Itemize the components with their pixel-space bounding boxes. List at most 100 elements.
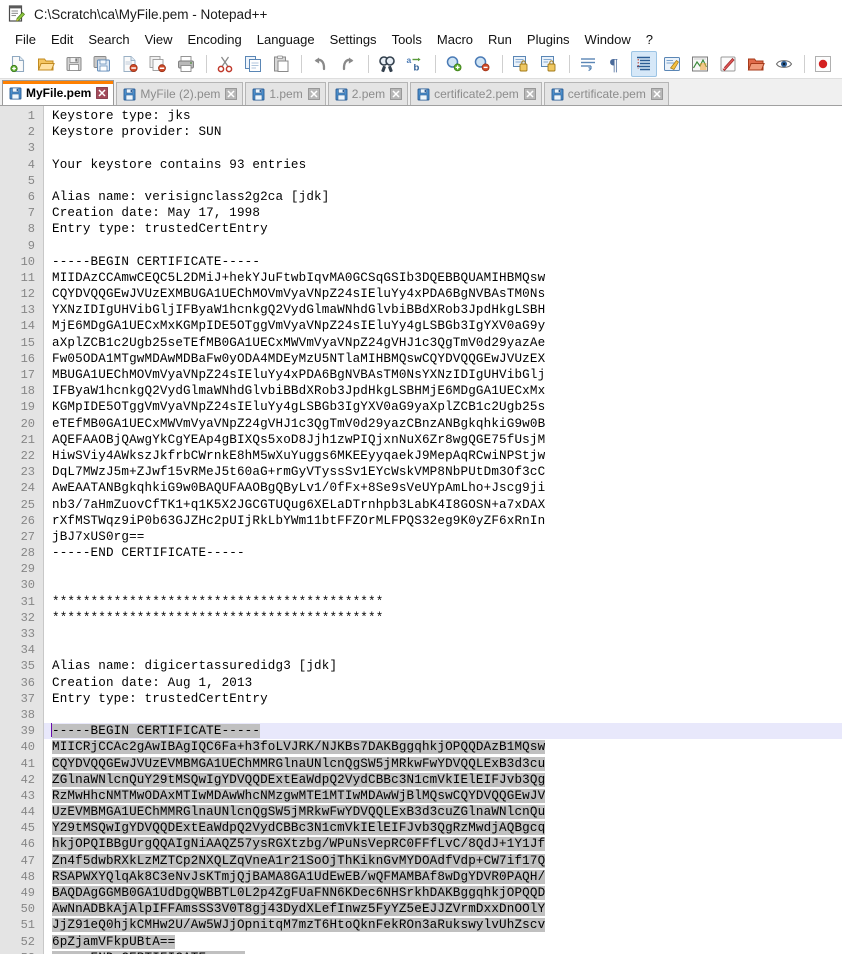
code-line[interactable]: Fw05ODA1MTgwMDAwMDBaFw0yODA4MDEyMzU5NTla… — [52, 351, 842, 367]
tab-certificate2-pem[interactable]: certificate2.pem — [410, 82, 542, 105]
undo-icon[interactable] — [307, 51, 333, 77]
redo-icon[interactable] — [335, 51, 361, 77]
sync-horizontal-scrolling-icon[interactable] — [536, 51, 562, 77]
code-line[interactable]: Entry type: trustedCertEntry — [52, 691, 842, 707]
code-line[interactable]: MBUGA1UEChMOVmVyaVNpZ24sIEluYy4xPDA6BgNV… — [52, 367, 842, 383]
code-line[interactable] — [52, 642, 842, 658]
code-line[interactable] — [52, 626, 842, 642]
function-list-icon[interactable] — [715, 51, 741, 77]
code-line[interactable]: ZGlnaWNlcnQuY29tMSQwIgYDVQQDExtEaWdpQ2Vy… — [52, 772, 842, 788]
code-line[interactable]: DqL7MWzJ5m+ZJwf15vRMeJ5t60aG+rmGyVTyssSv… — [52, 464, 842, 480]
copy-icon[interactable] — [240, 51, 266, 77]
menu-item-run[interactable]: Run — [481, 30, 520, 49]
code-line[interactable]: Entry type: trustedCertEntry — [52, 221, 842, 237]
tab-myfile-2-pem[interactable]: MyFile (2).pem — [116, 82, 243, 105]
sync-vertical-scrolling-icon[interactable] — [508, 51, 534, 77]
document-map-icon[interactable] — [687, 51, 713, 77]
code-line[interactable]: Y29tMSQwIgYDVQQDExtEaWdpQ2VydCBBc3N1cmVk… — [52, 820, 842, 836]
code-line[interactable]: CQYDVQQGEwJVUzEXMBUGA1UEChMOVmVyaVNpZ24s… — [52, 286, 842, 302]
code-line[interactable]: AwEAATANBgkqhkiG9w0BAQUFAAOBgQByLv1/0fFx… — [52, 480, 842, 496]
code-line[interactable]: IFByaW1hcnkgQ2VydGlmaWNhdGlvbiBBdXRob3Jp… — [52, 383, 842, 399]
code-line[interactable]: Alias name: digicertassuredidg3 [jdk] — [52, 658, 842, 674]
close-all-files-icon[interactable] — [145, 51, 171, 77]
code-line[interactable]: MjE6MDgGA1UECxMxKGMpIDE5OTggVmVyaVNpZ24s… — [52, 318, 842, 334]
save-all-icon[interactable] — [89, 51, 115, 77]
code-line[interactable] — [52, 707, 842, 723]
code-line[interactable]: Alias name: verisignclass2g2ca [jdk] — [52, 189, 842, 205]
code-line[interactable]: UzEVMBMGA1UEChMMRGlnaUNlcnQgSW5jMRkwFwYD… — [52, 804, 842, 820]
close-icon[interactable] — [524, 88, 536, 100]
close-icon[interactable] — [651, 88, 663, 100]
code-line[interactable]: AwNnADBkAjAlpIFFAmsSS3V0T8gj43DydXLefInw… — [52, 901, 842, 917]
code-line[interactable]: Keystore provider: SUN — [52, 124, 842, 140]
menu-item-window[interactable]: Window — [578, 30, 639, 49]
menu-item-file[interactable]: File — [8, 30, 44, 49]
print-icon[interactable] — [173, 51, 199, 77]
code-line[interactable]: -----BEGIN CERTIFICATE----- — [52, 254, 842, 270]
code-line[interactable] — [52, 238, 842, 254]
menu-item-language[interactable]: Language — [250, 30, 323, 49]
code-line[interactable]: nb3/7aHmZuovCfTK1+q1K5X2JGCGTUQug6XELaDT… — [52, 497, 842, 513]
code-line[interactable]: YXNzIDIgUHVibGljIFByaW1hcnkgQ2VydGlmaWNh… — [52, 302, 842, 318]
code-line[interactable]: Your keystore contains 93 entries — [52, 157, 842, 173]
menu-item-tools[interactable]: Tools — [385, 30, 430, 49]
code-line[interactable]: Creation date: May 17, 1998 — [52, 205, 842, 221]
word-wrap-icon[interactable] — [575, 51, 601, 77]
close-file-icon[interactable] — [117, 51, 143, 77]
paste-icon[interactable] — [268, 51, 294, 77]
code-line[interactable]: Zn4f5dwbRXkLzMZTCp2NXQLZqVneA1r21SoOjThK… — [52, 853, 842, 869]
code-line[interactable] — [52, 561, 842, 577]
code-line[interactable]: -----END CERTIFICATE----- — [52, 950, 842, 954]
close-icon[interactable] — [390, 88, 402, 100]
code-line[interactable]: eTEfMB0GA1UECxMWVmVyaVNpZ24gVHJ1c3QgTmV0… — [52, 416, 842, 432]
code-line[interactable]: Creation date: Aug 1, 2013 — [52, 675, 842, 691]
code-line[interactable]: JjZ91eQ0hjkCMHw2U/Aw5WJjOpnitqM7mzT6HtoQ… — [52, 917, 842, 933]
open-file-icon[interactable] — [33, 51, 59, 77]
code-line[interactable] — [52, 140, 842, 156]
replace-icon[interactable]: a b — [402, 51, 428, 77]
code-line[interactable] — [52, 173, 842, 189]
record-macro-icon[interactable] — [810, 51, 836, 77]
code-line[interactable]: -----END CERTIFICATE----- — [52, 545, 842, 561]
new-file-icon[interactable] — [5, 51, 31, 77]
show-indent-guide-icon[interactable] — [631, 51, 657, 77]
code-line[interactable]: CQYDVQQGEwJVUzEVMBMGA1UEChMMRGlnaUNlcnQg… — [52, 756, 842, 772]
code-line[interactable]: MIICRjCCAc2gAwIBAgIQC6Fa+h3foLVJRK/NJKBs… — [52, 739, 842, 755]
menu-item-help[interactable]: ? — [639, 30, 661, 49]
editor-area[interactable]: 1234567891011121314151617181920212223242… — [0, 106, 842, 954]
close-icon[interactable] — [308, 88, 320, 100]
code-line[interactable]: ****************************************… — [52, 594, 842, 610]
menu-item-view[interactable]: View — [138, 30, 181, 49]
menu-item-edit[interactable]: Edit — [44, 30, 81, 49]
folder-as-workspace-icon[interactable] — [743, 51, 769, 77]
tab-2-pem[interactable]: 2.pem — [328, 82, 408, 105]
code-line[interactable]: AQEFAAOBjQAwgYkCgYEAp4gBIXQs5xoD8Jjh1zwP… — [52, 432, 842, 448]
code-line[interactable]: HiwSViy4AWkszJkfrbCWrnkE8hM5wXuYuggs6MKE… — [52, 448, 842, 464]
find-icon[interactable] — [374, 51, 400, 77]
menu-item-macro[interactable]: Macro — [430, 30, 481, 49]
stop-recording-icon[interactable] — [838, 51, 842, 77]
menu-item-search[interactable]: Search — [81, 30, 137, 49]
code-line[interactable]: aXplZCB1c2Ugb25seTEfMB0GA1UECxMWVmVyaVNp… — [52, 335, 842, 351]
menu-item-encoding[interactable]: Encoding — [181, 30, 250, 49]
menu-item-plugins[interactable]: Plugins — [520, 30, 578, 49]
menu-item-settings[interactable]: Settings — [323, 30, 385, 49]
code-line[interactable]: -----BEGIN CERTIFICATE----- — [44, 723, 842, 739]
code-line[interactable]: BAQDAgGGMB0GA1UdDgQWBBTL0L2p4ZgFUaFNN6KD… — [52, 885, 842, 901]
code-line[interactable]: RzMwHhcNMTMwODAxMTIwMDAwWhcNMzgwMTE1MTIw… — [52, 788, 842, 804]
tab-myfile-pem[interactable]: MyFile.pem — [2, 80, 114, 105]
code-line[interactable]: MIIDAzCCAmwCEQC5L2DMiJ+hekYJuFtwbIqvMA0G… — [52, 270, 842, 286]
cut-icon[interactable] — [212, 51, 238, 77]
code-line[interactable] — [52, 577, 842, 593]
tab-certificate-pem[interactable]: certificate.pem — [544, 82, 669, 105]
code-text-area[interactable]: Keystore type: jksKeystore provider: SUN… — [44, 106, 842, 954]
code-line[interactable]: rXfMSTWqz9iP0b63GJZHc2pUIjRkLbYWm11btFFZ… — [52, 513, 842, 529]
tab-1-pem[interactable]: 1.pem — [245, 82, 325, 105]
code-line[interactable]: ****************************************… — [52, 610, 842, 626]
zoom-out-icon[interactable] — [469, 51, 495, 77]
code-line[interactable]: Keystore type: jks — [52, 108, 842, 124]
show-all-characters-icon[interactable]: ¶ — [603, 51, 629, 77]
close-icon[interactable] — [225, 88, 237, 100]
save-icon[interactable] — [61, 51, 87, 77]
zoom-in-icon[interactable] — [441, 51, 467, 77]
